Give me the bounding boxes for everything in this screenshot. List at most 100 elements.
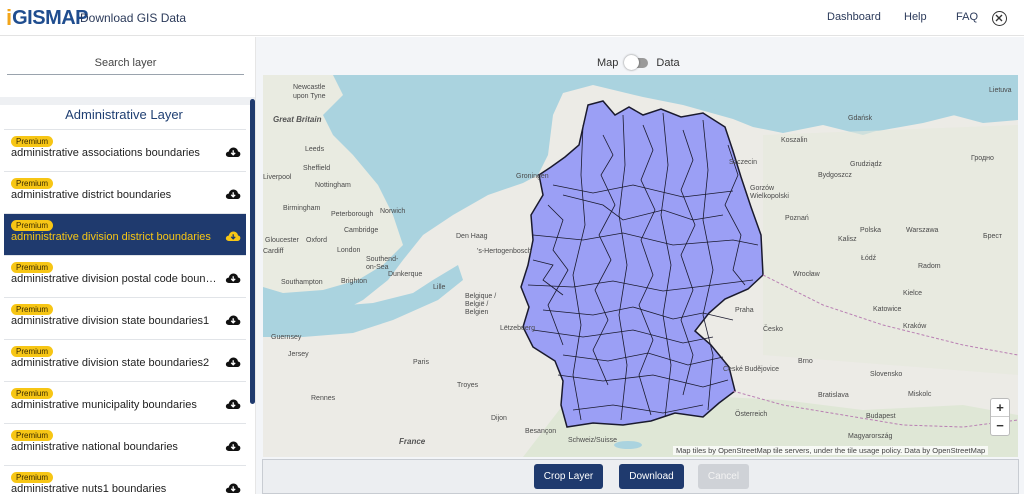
map-label-london: London (337, 247, 361, 254)
map-label-miskolc: Miskolc (908, 391, 932, 398)
premium-badge: Premium (11, 262, 54, 273)
map-label-newcastle: Newcastle upon Tyne (293, 84, 326, 100)
close-circle-icon[interactable] (992, 11, 1007, 26)
premium-badge: Premium (11, 304, 54, 315)
map-label-cesko: Česko (763, 326, 783, 333)
cloud-download-icon[interactable] (225, 440, 241, 452)
map-label-osterreich: Österreich (735, 411, 768, 418)
layer-item-label: administrative national boundaries (11, 441, 178, 453)
toggle-map-label[interactable]: Map (597, 57, 618, 69)
map-label-brighton: Brighton (341, 278, 368, 285)
premium-badge: Premium (11, 178, 54, 189)
section-title: Administrative Layer (65, 107, 183, 122)
zoom-in-button[interactable]: + (991, 399, 1009, 417)
premium-badge: Premium (11, 430, 54, 441)
layer-list-item[interactable]: Premium administrative division state bou… (4, 297, 246, 339)
map-label-wroclaw: Wrocław (793, 271, 820, 278)
map-label-great-britain: Great Britain (273, 115, 322, 124)
map-label-norwich: Norwich (380, 208, 406, 215)
layer-list-item[interactable]: Premium administrative division state bou… (4, 339, 246, 381)
layer-item-label: administrative division state boundaries… (11, 315, 210, 327)
map-label-sheffield: Sheffield (303, 165, 331, 172)
map-label-slovensko: Slovensko (870, 371, 903, 378)
crop-layer-button[interactable]: Crop Layer (534, 464, 603, 489)
zoom-control: + − (990, 398, 1010, 436)
download-button[interactable]: Download (619, 464, 684, 489)
cloud-download-icon[interactable] (225, 356, 241, 368)
toggle-data-label[interactable]: Data (656, 57, 679, 69)
map-label-troyes: Troyes (457, 382, 479, 389)
igismap-logo[interactable]: i GISMAP (6, 7, 89, 30)
layer-item-label: administrative municipality boundaries (11, 399, 197, 411)
top-bar: i GISMAP Download GIS Data Dashboard Hel… (0, 0, 1024, 36)
map-label-radom: Radom (918, 263, 941, 270)
premium-badge: Premium (11, 136, 54, 147)
layer-list-item[interactable]: Premium administrative nuts1 boundaries (4, 465, 246, 494)
cloud-download-icon[interactable] (225, 314, 241, 326)
map-label-grodno: Гродно (971, 155, 994, 162)
map-label-poznan: Poznań (785, 215, 809, 222)
sidebar-scrollbar[interactable] (250, 99, 255, 404)
map-attribution: Map tiles by OpenStreetMap tile servers,… (673, 446, 989, 455)
search-layer-input[interactable]: Search layer (7, 57, 244, 75)
map-label-praha: Praha (735, 307, 754, 314)
cloud-download-icon[interactable] (225, 188, 241, 200)
map-label-kalisz: Kalisz (838, 236, 857, 243)
map-label-cambridge: Cambridge (344, 227, 379, 234)
map-label-jersey: Jersey (288, 351, 309, 358)
map-label-belgique: Belgique / België / Belgien (465, 293, 497, 316)
map-label-oxford: Oxford (306, 237, 328, 244)
premium-badge: Premium (11, 220, 54, 231)
layer-sidebar: Search layer Administrative Layer Premiu… (0, 37, 256, 494)
map-label-katowice: Katowice (873, 306, 902, 313)
map-label-szczecin: Szczecin (729, 159, 758, 166)
map-label-koszalin: Koszalin (781, 137, 808, 144)
map-label-krakow: Kraków (903, 323, 927, 330)
map-view[interactable]: Newcastle upon Tyne Great Britain Leeds … (263, 75, 1018, 457)
nav-help[interactable]: Help (904, 11, 927, 23)
layer-list-item[interactable]: Premium administrative municipality bound… (4, 381, 246, 423)
map-label-dijon: Dijon (491, 415, 507, 422)
nav-faq[interactable]: FAQ (956, 11, 978, 23)
nav-dashboard[interactable]: Dashboard (827, 11, 881, 23)
cloud-download-icon[interactable] (225, 230, 241, 242)
layer-item-label: administrative associations boundaries (11, 147, 200, 159)
zoom-out-button[interactable]: − (991, 417, 1009, 435)
cloud-download-icon[interactable] (225, 146, 241, 158)
map-label-gorzow: Gorzów Wielkopolski (750, 185, 789, 200)
cloud-download-icon[interactable] (225, 398, 241, 410)
map-label-peterborough: Peterborough (331, 211, 374, 218)
map-label-guernsey: Guernsey (271, 334, 302, 341)
layer-list-item[interactable]: Premium administrative national boundarie… (4, 423, 246, 465)
map-label-hertogenbosch: 's-Hertogenbosch (477, 248, 532, 255)
map-label-france: France (399, 437, 426, 446)
toggle-knob[interactable] (624, 55, 640, 70)
map-label-gloucester: Gloucester (265, 237, 299, 244)
cloud-download-icon[interactable] (225, 482, 241, 494)
cancel-button[interactable]: Cancel (698, 464, 749, 489)
cloud-download-icon[interactable] (225, 272, 241, 284)
map-data-toggle[interactable]: Map Data (597, 55, 680, 70)
map-label-gdansk: Gdańsk (848, 115, 873, 122)
layer-list-item[interactable]: Premium administrative associations bound… (4, 129, 246, 171)
toggle-switch[interactable] (624, 55, 649, 70)
map-label-besancon: Besançon (525, 428, 557, 435)
map-label-southampton: Southampton (281, 279, 323, 286)
layer-list-item[interactable]: Premium administrative district boundarie… (4, 171, 246, 213)
layer-list: Premium administrative associations bound… (4, 129, 246, 494)
layer-list-item[interactable]: Premium administrative division district … (4, 213, 246, 255)
layer-item-label: administrative division postal code boun… (11, 273, 221, 285)
layer-item-label: administrative division state boundaries… (11, 357, 210, 369)
map-label-brno: Brno (798, 358, 813, 365)
map-label-birmingham: Birmingham (283, 205, 321, 212)
app-title: Download GIS Data (80, 11, 187, 25)
map-label-paris: Paris (413, 359, 429, 366)
map-label-southend: Southend-on-Sea (366, 256, 399, 271)
premium-badge: Premium (11, 346, 54, 357)
map-label-budapest: Budapest (866, 413, 896, 420)
map-label-luxembourg: Lëtzebuerg (500, 325, 536, 332)
premium-badge: Premium (11, 388, 54, 399)
map-label-magyarorszag: Magyarország (848, 433, 893, 440)
logo-text: GISMAP (12, 7, 89, 29)
layer-list-item[interactable]: Premium administrative division postal co… (4, 255, 246, 297)
